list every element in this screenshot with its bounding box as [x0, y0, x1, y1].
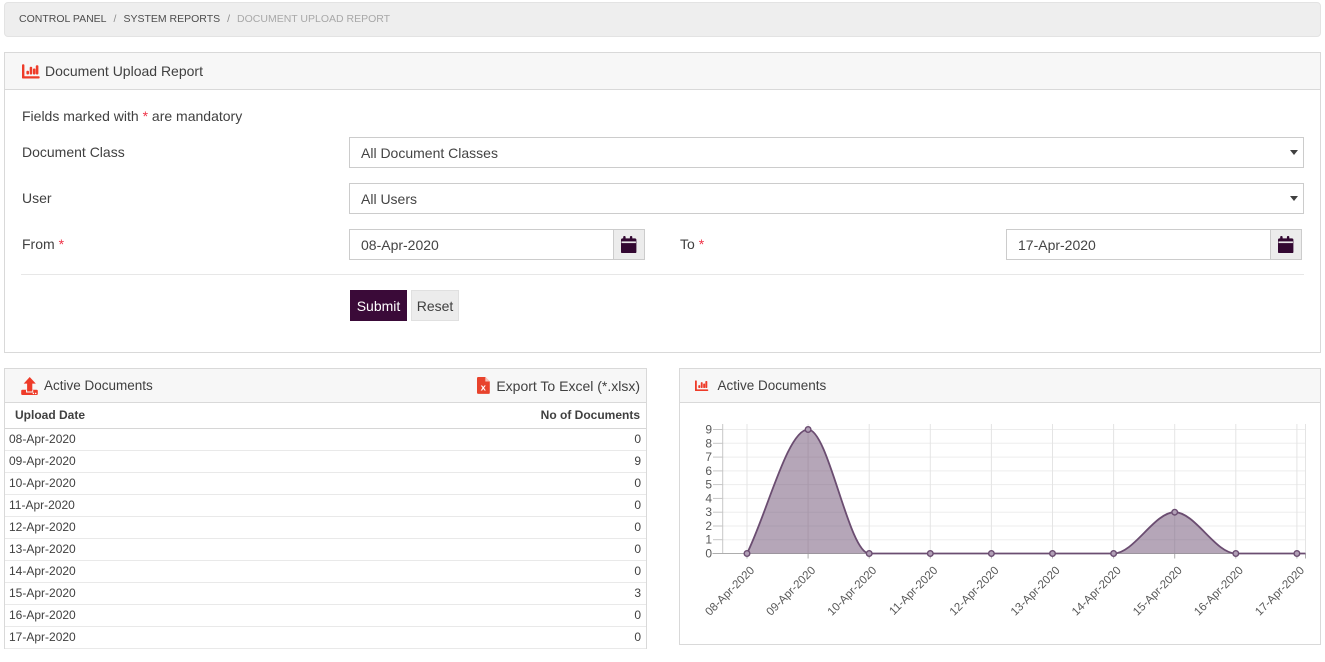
svg-text:10-Apr-2020: 10-Apr-2020	[826, 565, 880, 619]
svg-text:12-Apr-2020: 12-Apr-2020	[948, 565, 1002, 619]
svg-text:8: 8	[705, 436, 712, 450]
svg-text:13-Apr-2020: 13-Apr-2020	[1009, 565, 1063, 619]
svg-text:3: 3	[705, 505, 712, 519]
svg-text:9: 9	[705, 423, 712, 437]
svg-text:7: 7	[705, 450, 712, 464]
svg-text:11-Apr-2020: 11-Apr-2020	[887, 565, 940, 618]
svg-text:6: 6	[705, 464, 712, 478]
svg-text:09-Apr-2020: 09-Apr-2020	[765, 565, 819, 619]
svg-text:08-Apr-2020: 08-Apr-2020	[703, 565, 757, 619]
svg-text:x: x	[481, 382, 487, 393]
svg-text:2: 2	[705, 519, 712, 533]
svg-text:14-Apr-2020: 14-Apr-2020	[1070, 565, 1124, 619]
svg-text:17-Apr-2020: 17-Apr-2020	[1253, 565, 1307, 619]
svg-text:4: 4	[705, 491, 712, 505]
svg-text:0: 0	[705, 547, 712, 561]
svg-text:1: 1	[705, 533, 712, 547]
svg-text:5: 5	[705, 478, 712, 492]
svg-text:15-Apr-2020: 15-Apr-2020	[1131, 565, 1185, 619]
svg-text:16-Apr-2020: 16-Apr-2020	[1192, 565, 1246, 619]
